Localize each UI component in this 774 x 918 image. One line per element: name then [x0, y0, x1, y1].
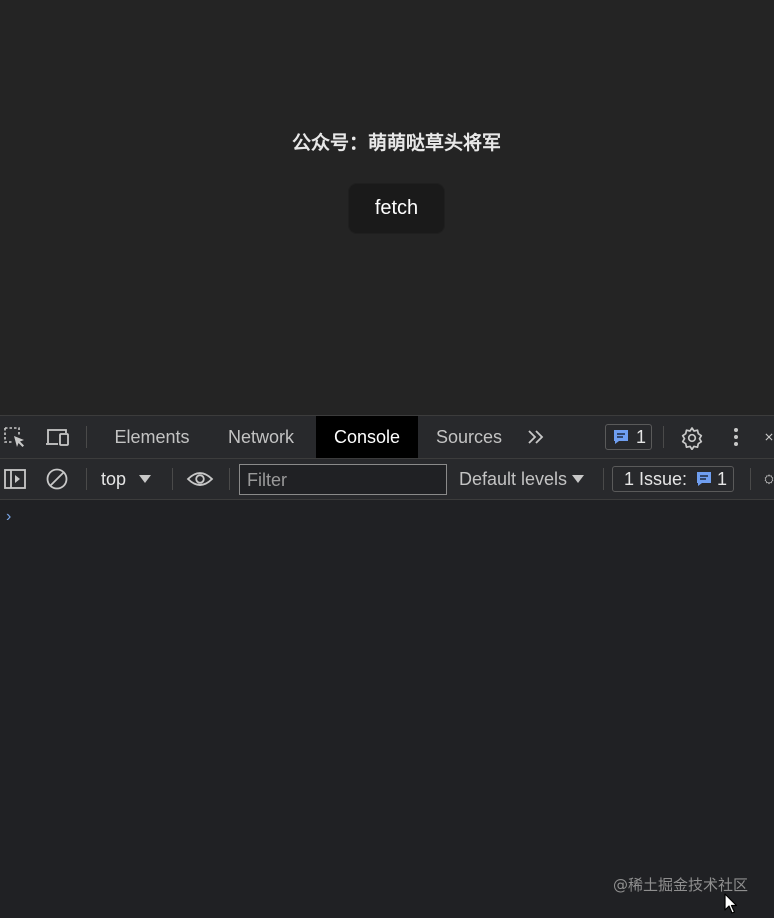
tab-sources[interactable]: Sources: [421, 416, 517, 458]
toolbar-divider: [750, 468, 751, 490]
dropdown-arrow-icon: [572, 472, 585, 486]
toolbar-divider: [663, 426, 664, 448]
context-selector[interactable]: top: [101, 459, 152, 499]
tab-console[interactable]: Console: [316, 416, 418, 458]
issues-count: 1: [717, 469, 728, 489]
filter-input[interactable]: [239, 464, 447, 495]
log-levels-dropdown[interactable]: Default levels: [459, 459, 585, 499]
messages-count: 1: [636, 427, 647, 447]
toolbar-divider: [229, 468, 230, 490]
eye-icon[interactable]: [185, 467, 215, 491]
messages-badge[interactable]: 1: [605, 424, 652, 450]
clear-console-icon[interactable]: [44, 466, 70, 492]
gear-icon[interactable]: [679, 425, 705, 451]
inspect-element-icon[interactable]: [2, 425, 28, 449]
fetch-button[interactable]: fetch: [348, 183, 445, 234]
screen: 公众号：萌萌哒草头将军 fetch Elements Network Conso…: [0, 0, 774, 918]
sidebar-toggle-icon[interactable]: [2, 467, 28, 491]
message-icon: [612, 428, 630, 446]
close-icon[interactable]: [764, 425, 774, 449]
devtools-panel: Elements Network Console Sources 1 top F…: [0, 415, 774, 918]
toolbar-divider: [86, 426, 87, 448]
issues-label: 1 Issue:: [624, 469, 688, 489]
toolbar-divider: [603, 468, 604, 490]
device-toolbar-icon[interactable]: [44, 425, 72, 449]
mouse-cursor-icon: [724, 893, 738, 918]
toolbar-divider: [172, 468, 173, 490]
more-options-icon[interactable]: [727, 425, 745, 449]
page-headline: 公众号：萌萌哒草头将军: [291, 132, 501, 154]
dropdown-arrow-icon: [138, 472, 152, 486]
devtools-tab-bar: Elements Network Console Sources 1: [0, 416, 774, 459]
issues-button[interactable]: 1 Issue: 1: [612, 466, 734, 492]
context-label: top: [101, 468, 127, 489]
toolbar-divider: [86, 468, 87, 490]
gear-icon[interactable]: [764, 467, 774, 491]
log-levels-label: Default levels: [459, 468, 568, 489]
watermark: @稀土掘金技术社区: [612, 876, 748, 894]
tab-network[interactable]: Network: [209, 416, 313, 458]
page-viewport: 公众号：萌萌哒草头将军 fetch: [0, 0, 774, 415]
tab-elements[interactable]: Elements: [99, 416, 205, 458]
console-toolbar: top Default levels: [0, 459, 774, 500]
message-icon: [695, 470, 713, 488]
console-prompt[interactable]: ›: [6, 508, 11, 526]
double-chevron-right-icon[interactable]: [522, 427, 550, 447]
